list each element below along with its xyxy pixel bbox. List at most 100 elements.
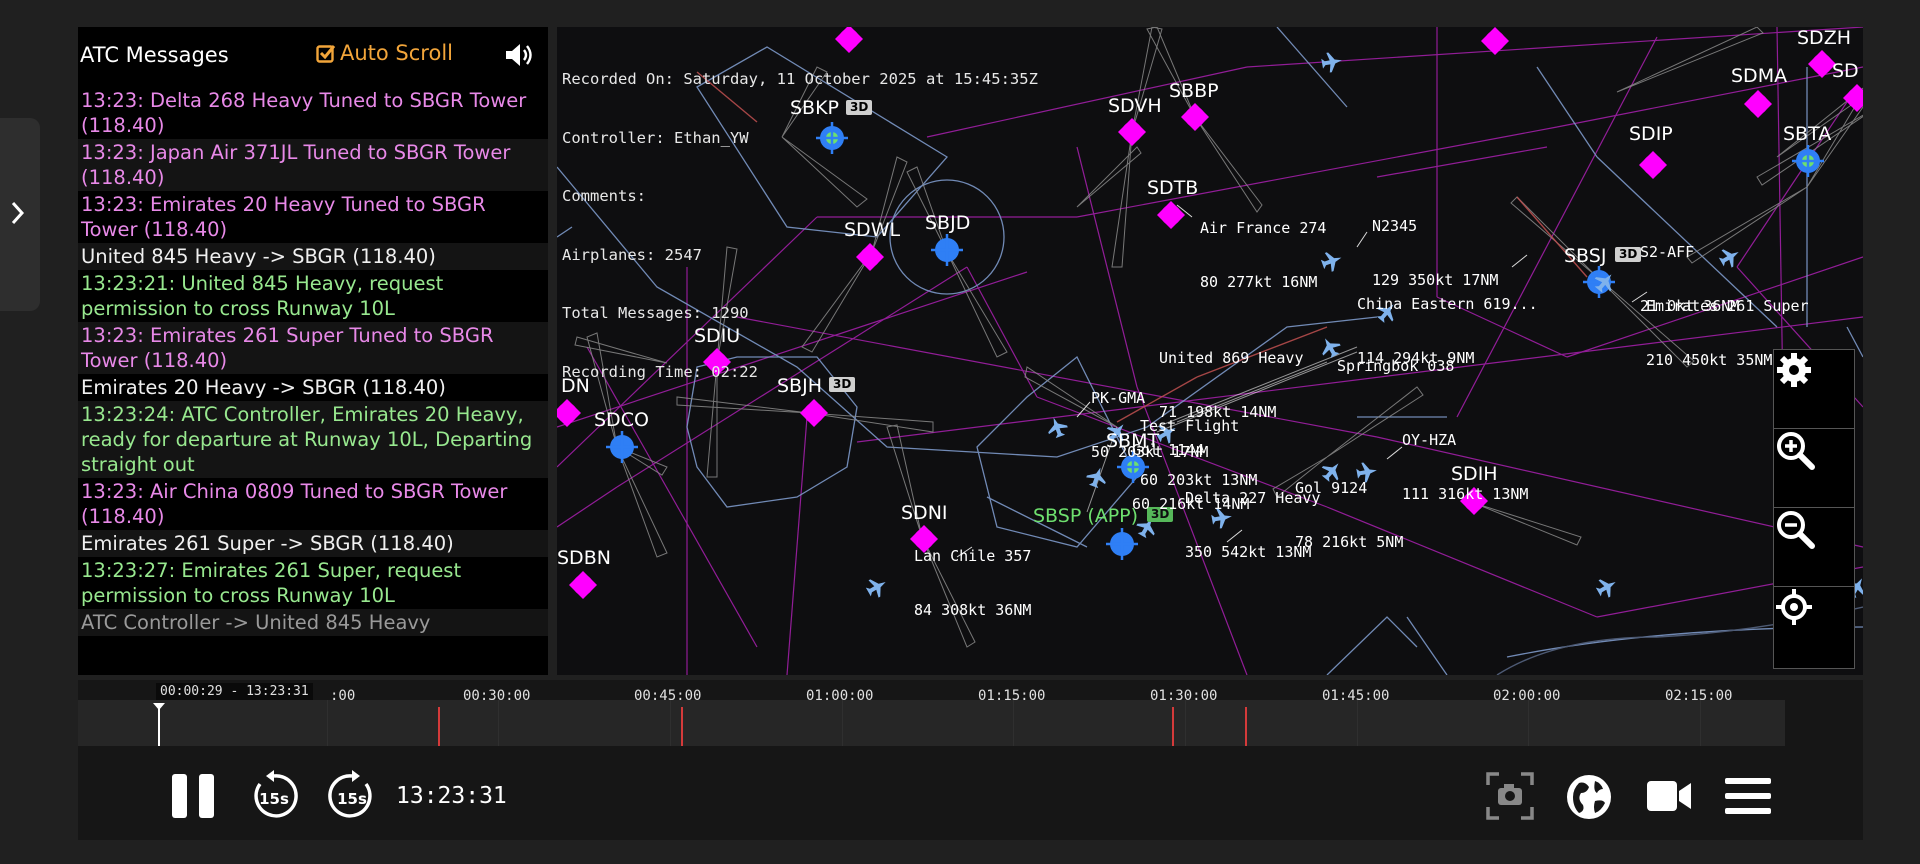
screenshot-icon[interactable] [1485,771,1535,821]
fix-label[interactable]: SDZH [1797,27,1851,49]
fix-label[interactable]: SBSP (APP) [1033,505,1138,527]
fix-label[interactable]: DN [561,375,590,397]
skip-back-label: 15s [259,790,289,808]
callsign: Gol 9124 [1295,479,1368,497]
atc-message[interactable]: Emirates 20 Heavy -> SBGR (118.40) [78,374,548,401]
fix-label[interactable]: SBSJ [1564,245,1606,267]
atc-message[interactable]: 13:23: Emirates 261 Super Tuned to SBGR … [78,322,548,374]
tick-label: 01:30:00 [1150,688,1218,704]
callsign: OY-HZA [1402,431,1457,449]
recenter-button[interactable] [1774,587,1854,665]
radar-map[interactable]: Recorded On: Saturday, 11 October 2025 a… [557,27,1863,675]
atc-message[interactable]: 13:23: Delta 268 Heavy Tuned to SBGR Tow… [78,87,548,139]
timeline-event-marker[interactable] [1245,707,1247,746]
playhead-tooltip: 00:00:29 - 13:23:31 [156,683,313,700]
tick-label: 01:15:00 [978,688,1046,704]
checkbox-checked-icon[interactable] [316,43,336,63]
message-list[interactable]: 13:23: Delta 268 Heavy Tuned to SBGR Tow… [78,87,548,636]
recorded-on: Recorded On: Saturday, 11 October 2025 a… [562,70,1038,88]
tick-label: :00 [330,688,356,704]
zoom-out-button[interactable] [1774,508,1854,587]
crosshair-icon [1776,589,1812,625]
playhead-handle[interactable] [153,703,165,710]
fix-label[interactable]: SDWL [844,219,900,241]
fix-label[interactable]: SDTB [1147,177,1198,199]
tick-label: 00:45:00 [634,688,702,704]
menu-icon[interactable] [1725,776,1771,816]
skip-forward-button[interactable]: 15s [326,770,378,822]
atc-message[interactable]: 13:23: Japan Air 371JL Tuned to SBGR Tow… [78,139,548,191]
aircraft-label[interactable]: Lan Chile 357 84 308kt 36NM [914,511,1031,655]
tick-label: 01:45:00 [1322,688,1390,704]
playhead[interactable] [158,707,160,746]
flight-data: 78 216kt 5NM [1295,533,1404,551]
atc-message[interactable]: 13:23:21: United 845 Heavy, request perm… [78,270,548,322]
drawer-toggle[interactable] [0,118,40,311]
timeline-event-marker[interactable] [438,707,440,746]
timeline-event-marker[interactable] [1172,707,1174,746]
tick-label: 02:00:00 [1493,688,1561,704]
rewind-15-icon: 15s [254,770,298,818]
skip-forward-label: 15s [337,790,367,808]
controller: Controller: Ethan_YW [562,128,749,147]
atc-message[interactable]: 13:23: Emirates 20 Heavy Tuned to SBGR T… [78,191,548,243]
badge-3d[interactable]: 3D [829,377,856,392]
current-time: 13:23:31 [396,783,507,809]
fix-label[interactable]: SDIP [1629,123,1673,145]
fix-label[interactable]: SBKP [790,97,839,119]
airplanes-count: Airplanes: 2547 [562,245,702,264]
fix-label[interactable]: SDIU [694,325,740,347]
pause-icon[interactable] [170,772,218,820]
atc-messages-panel: ATC Messages Auto Scroll 13:23: Delta 26… [78,27,548,675]
aircraft-label[interactable]: OY-HZA 111 316kt 13NM [1402,395,1528,539]
auto-scroll-label: Auto Scroll [340,41,453,65]
badge-3d[interactable]: 3D [846,100,873,115]
settings-button[interactable] [1774,350,1854,429]
callsign: S2-AFF [1640,243,1695,261]
fix-label[interactable]: SDMA [1731,65,1787,87]
flight-data: 84 308kt 36NM [914,601,1032,619]
fix-label[interactable]: SBJH [777,375,822,397]
fix-label[interactable]: SBBP [1169,80,1219,102]
gear-icon [1777,353,1811,387]
atc-message[interactable]: 13:23:24: ATC Controller, Emirates 20 He… [78,401,548,478]
skip-back-button[interactable]: 15s [248,770,300,822]
atc-title: ATC Messages [80,43,229,67]
callsign: Emirates 261 Super [1646,297,1809,315]
timeline-event-marker[interactable] [681,707,683,746]
flight-data: 111 316kt 13NM [1402,485,1529,503]
map-controls [1773,349,1855,669]
callsign: Air France 274 [1200,219,1327,237]
atc-message[interactable]: Emirates 261 Super -> SBGR (118.40) [78,530,548,557]
fix-label[interactable]: SDCO [594,409,649,431]
aircraft-label[interactable]: Air France 274 80 277kt 16NM [1200,183,1326,327]
callsign: China Eastern 619... [1357,295,1538,313]
fix-label[interactable]: SBJD [925,212,970,234]
atc-message[interactable]: ATC Controller -> United 845 Heavy [78,609,548,636]
total-messages: Total Messages: 1290 [562,304,749,322]
tick-label: 01:00:00 [806,688,874,704]
aircraft-label[interactable]: Gol 9124 78 216kt 5NM [1295,443,1403,587]
fix-label[interactable]: SD [1832,60,1859,82]
fix-label[interactable]: SBTA [1783,123,1831,145]
fix-label[interactable]: SDVH [1108,95,1162,117]
speaker-icon[interactable] [504,41,536,69]
callsign: Lan Chile 357 [914,547,1032,565]
atc-message[interactable]: 13:23:27: Emirates 261 Super, request pe… [78,557,548,609]
flight-data: 80 277kt 16NM [1200,273,1318,291]
atc-message[interactable]: United 845 Heavy -> SBGR (118.40) [78,243,548,270]
fix-label[interactable]: SDBN [557,547,611,569]
comments: Comments: [562,187,646,205]
forward-15-icon: 15s [328,770,372,818]
video-camera-icon[interactable] [1645,778,1693,814]
zoom-in-button[interactable] [1774,429,1854,508]
chevron-right-icon [11,201,25,225]
badge-3d[interactable]: 3D [1615,247,1642,262]
globe-icon[interactable] [1565,773,1613,821]
callsign: Springbok 038 [1337,357,1455,375]
atc-message[interactable]: 13:23: Air China 0809 Tuned to SBGR Towe… [78,478,548,530]
tick-label: 00:30:00 [463,688,531,704]
zoom-in-icon [1777,432,1815,470]
auto-scroll-toggle[interactable]: Auto Scroll [316,41,453,65]
atc-header: ATC Messages Auto Scroll [78,27,548,83]
